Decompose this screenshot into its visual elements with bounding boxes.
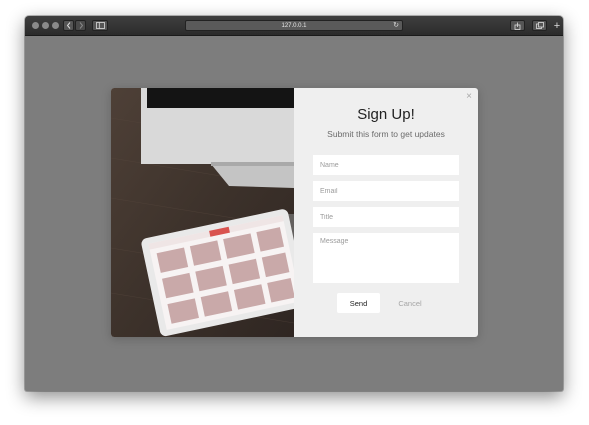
browser-window: 127.0.0.1 ↻ + × Sign Up! Submit this for… bbox=[25, 16, 563, 391]
back-button[interactable] bbox=[63, 20, 74, 31]
signup-modal: × Sign Up! Submit this form to get updat… bbox=[111, 88, 478, 337]
close-modal-icon[interactable]: × bbox=[466, 92, 472, 102]
sidebar-icon bbox=[95, 22, 105, 29]
cancel-button[interactable]: Cancel bbox=[391, 293, 429, 313]
title-field[interactable] bbox=[313, 207, 459, 227]
desk-photo bbox=[111, 88, 294, 337]
message-field[interactable] bbox=[313, 233, 459, 283]
modal-subtitle: Submit this form to get updates bbox=[327, 129, 445, 139]
tabs-button[interactable] bbox=[532, 20, 547, 31]
tabs-icon bbox=[535, 22, 544, 29]
zoom-window-dot[interactable] bbox=[52, 22, 59, 29]
send-button[interactable]: Send bbox=[337, 293, 380, 313]
share-icon bbox=[514, 22, 521, 30]
desk-photo-illustration bbox=[111, 88, 294, 337]
new-tab-icon[interactable]: + bbox=[551, 19, 563, 34]
address-text: 127.0.0.1 bbox=[281, 23, 307, 29]
share-button[interactable] bbox=[510, 20, 525, 31]
modal-title: Sign Up! bbox=[357, 106, 415, 123]
address-bar[interactable]: 127.0.0.1 ↻ bbox=[185, 20, 403, 31]
close-window-dot[interactable] bbox=[32, 22, 39, 29]
browser-toolbar: 127.0.0.1 ↻ + bbox=[25, 16, 563, 36]
sidebar-button[interactable] bbox=[92, 20, 108, 31]
minimize-window-dot[interactable] bbox=[42, 22, 49, 29]
chevron-right-icon bbox=[79, 22, 83, 29]
name-field[interactable] bbox=[313, 155, 459, 175]
reload-icon[interactable]: ↻ bbox=[393, 21, 399, 31]
forward-button[interactable] bbox=[75, 20, 86, 31]
email-field[interactable] bbox=[313, 181, 459, 201]
chevron-left-icon bbox=[66, 22, 70, 29]
